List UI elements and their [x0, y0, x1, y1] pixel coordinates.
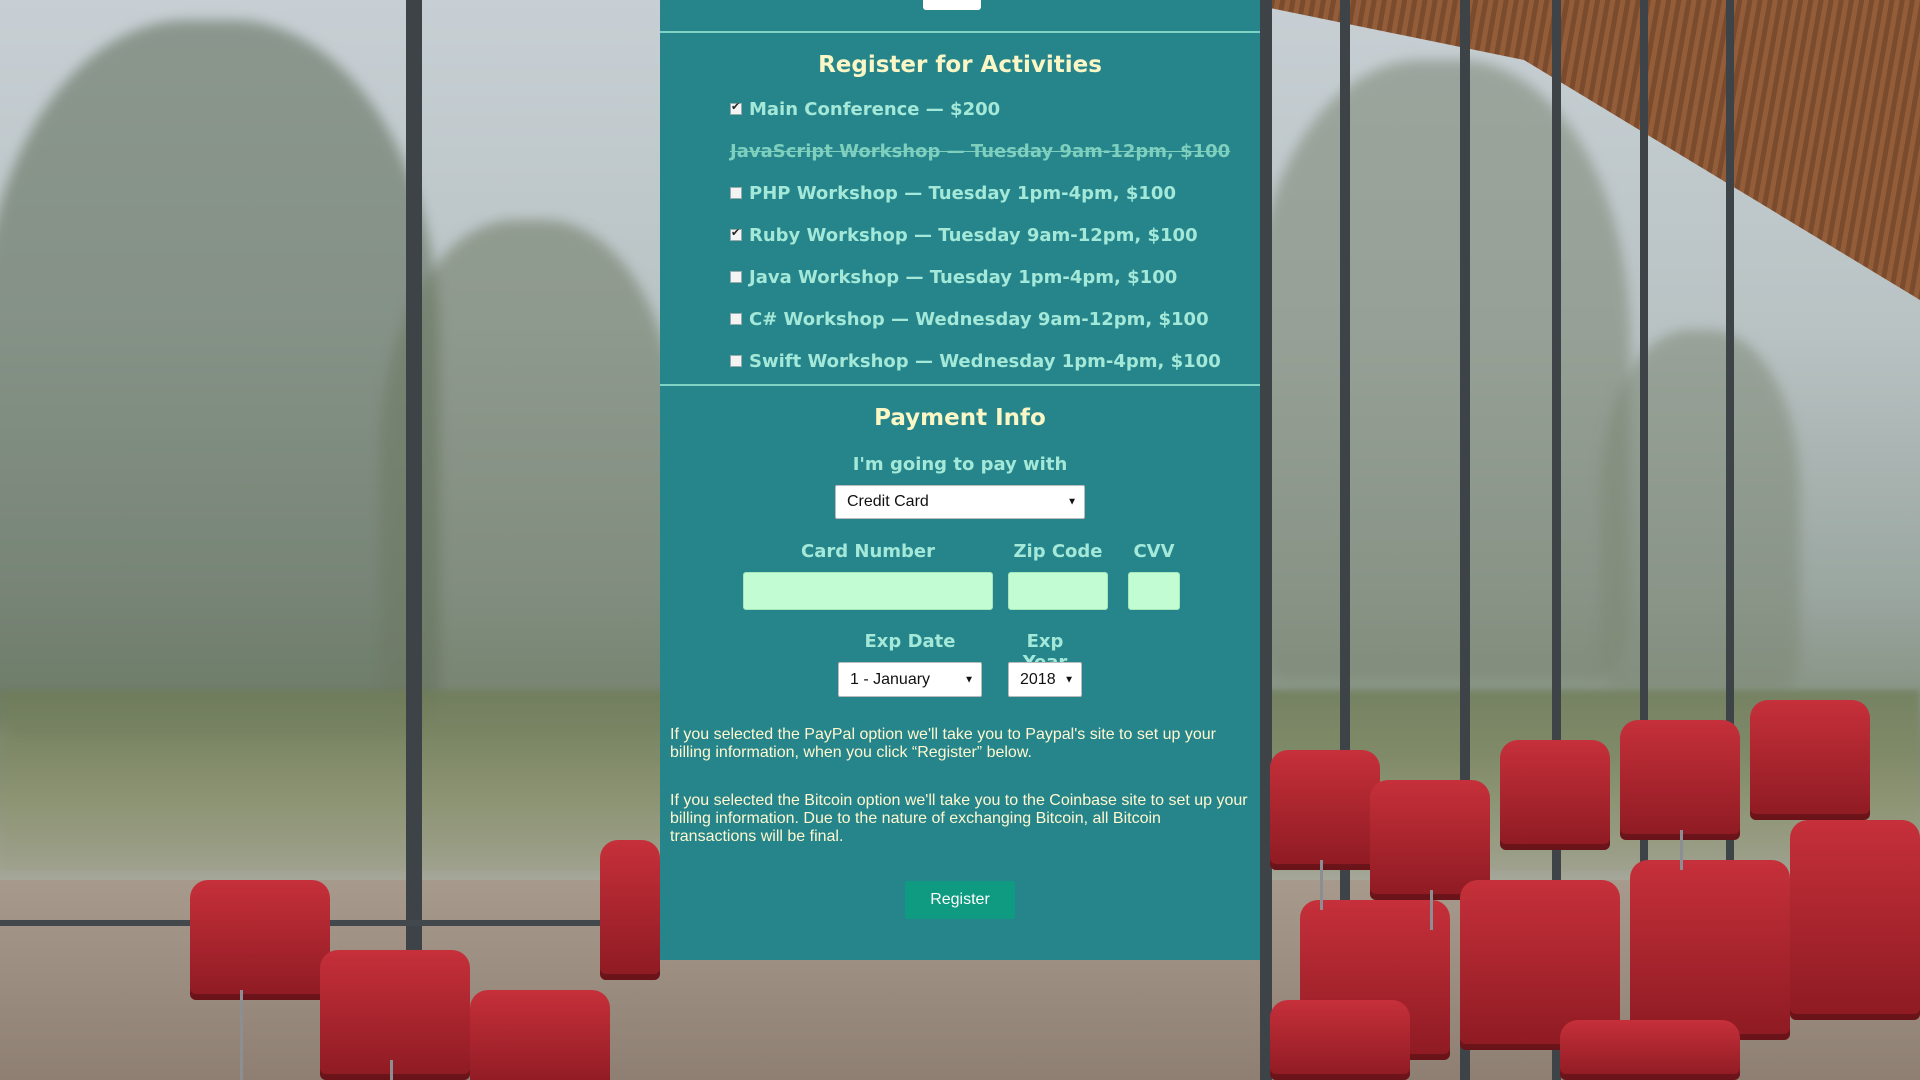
chair	[1560, 1020, 1740, 1080]
registration-form-panel: Register for Activities Main Conference …	[660, 0, 1260, 960]
activity-label: PHP Workshop — Tuesday 1pm-4pm, $100	[749, 182, 1176, 204]
activity-item[interactable]: Java Workshop — Tuesday 1pm-4pm, $100	[730, 264, 1177, 290]
card-number-input[interactable]	[743, 572, 993, 610]
checkbox-icon[interactable]	[730, 355, 742, 367]
exp-year-value: 2018	[1020, 670, 1056, 688]
section-divider	[660, 31, 1260, 33]
activity-label: Main Conference — $200	[749, 98, 1001, 120]
tree-cluster	[1600, 330, 1800, 690]
payment-title: Payment Info	[874, 405, 1046, 431]
dropdown-arrow-icon: ▼	[1064, 674, 1074, 685]
activity-item[interactable]: Main Conference — $200	[730, 96, 1000, 122]
payment-method-value: Credit Card	[847, 493, 929, 510]
checkbox-icon[interactable]	[730, 226, 742, 241]
section-divider	[660, 384, 1260, 386]
window-transom	[0, 920, 660, 926]
chair	[1270, 1000, 1410, 1080]
window-mullion	[1260, 0, 1272, 1080]
activity-label: Java Workshop — Tuesday 1pm-4pm, $100	[749, 266, 1178, 288]
exp-date-select[interactable]: 1 - January ▼	[838, 662, 982, 697]
dropdown-arrow-icon: ▼	[964, 674, 974, 685]
activities-title: Register for Activities	[818, 52, 1102, 78]
chair	[1270, 750, 1380, 870]
register-button[interactable]: Register	[905, 881, 1015, 919]
checkbox-icon[interactable]	[730, 313, 742, 325]
activity-item: JavaScript Workshop — Tuesday 9am-12pm, …	[730, 138, 1230, 164]
cvv-input[interactable]	[1128, 572, 1180, 610]
activity-label: JavaScript Workshop — Tuesday 9am-12pm, …	[730, 140, 1231, 162]
bitcoin-note: If you selected the Bitcoin option we'll…	[670, 792, 1248, 845]
activity-label: Swift Workshop — Wednesday 1pm-4pm, $100	[749, 350, 1221, 372]
cvv-label: CVV	[1133, 541, 1175, 562]
zip-code-input[interactable]	[1008, 572, 1108, 610]
card-number-label: Card Number	[801, 541, 935, 562]
zip-code-label: Zip Code	[1013, 541, 1103, 562]
chair-leg	[240, 990, 243, 1080]
chair-leg	[1320, 860, 1323, 910]
activity-label: C# Workshop — Wednesday 9am-12pm, $100	[749, 308, 1209, 330]
top-input-field[interactable]	[923, 0, 981, 10]
exp-date-value: 1 - January	[850, 670, 931, 688]
chair	[1500, 740, 1610, 850]
chair-leg	[1430, 890, 1433, 930]
activity-item[interactable]: Ruby Workshop — Tuesday 9am-12pm, $100	[730, 222, 1198, 248]
chair	[1790, 820, 1920, 1020]
chair	[600, 840, 660, 980]
tree-cluster	[380, 220, 680, 740]
paypal-note: If you selected the PayPal option we'll …	[670, 726, 1216, 761]
chair-leg	[390, 1060, 393, 1080]
exp-year-select[interactable]: 2018 ▼	[1008, 662, 1082, 697]
tree-cluster	[1250, 60, 1630, 680]
checkbox-icon[interactable]	[730, 187, 742, 199]
checkbox-icon[interactable]	[730, 100, 742, 115]
activity-item[interactable]: C# Workshop — Wednesday 9am-12pm, $100	[730, 306, 1209, 332]
activity-label: Ruby Workshop — Tuesday 9am-12pm, $100	[749, 224, 1198, 246]
chair	[190, 880, 330, 1000]
chair	[320, 950, 470, 1080]
exp-date-label: Exp Date	[864, 631, 956, 652]
payment-method-select[interactable]: Credit Card ▼	[835, 485, 1085, 519]
payment-method-label: I'm going to pay with	[852, 454, 1068, 475]
chair	[1750, 700, 1870, 820]
activity-item[interactable]: PHP Workshop — Tuesday 1pm-4pm, $100	[730, 180, 1176, 206]
activity-item[interactable]: Swift Workshop — Wednesday 1pm-4pm, $100	[730, 348, 1221, 374]
dropdown-arrow-icon: ▼	[1067, 496, 1077, 508]
chair-leg	[1680, 830, 1683, 870]
chair	[470, 990, 610, 1080]
checkbox-icon[interactable]	[730, 271, 742, 283]
window-mullion	[406, 0, 422, 1080]
chair	[1630, 860, 1790, 1040]
chair	[1620, 720, 1740, 840]
tree-cluster	[0, 20, 440, 740]
